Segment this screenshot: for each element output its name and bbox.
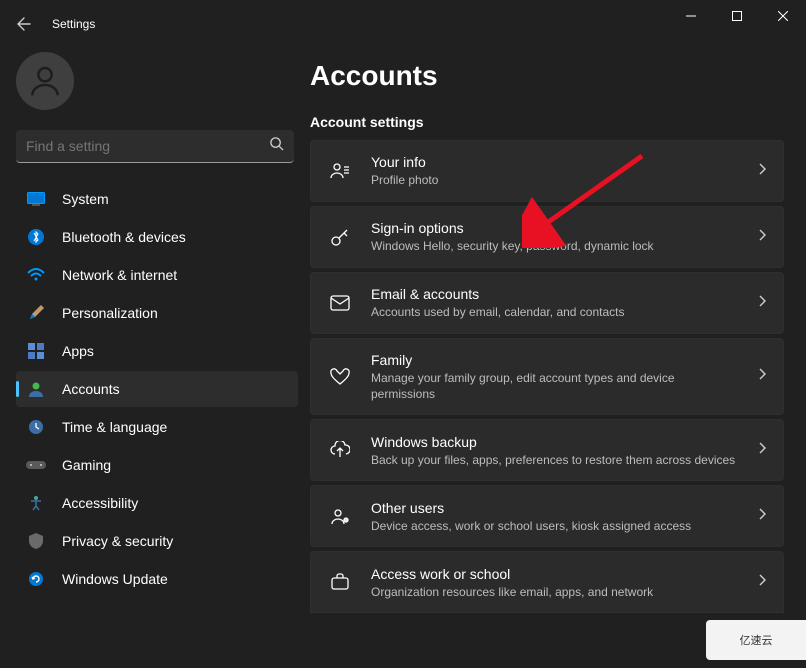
- card-subtitle: Device access, work or school users, kio…: [371, 518, 737, 534]
- maximize-button[interactable]: [714, 0, 760, 32]
- chevron-right-icon: [757, 573, 767, 592]
- your-info-icon: [329, 160, 351, 182]
- watermark-text: 亿速云: [740, 632, 773, 648]
- chevron-right-icon: [757, 162, 767, 181]
- main-content: Accounts Account settings Your info Prof…: [310, 48, 806, 668]
- card-windows-backup[interactable]: Windows backup Back up your files, apps,…: [310, 419, 784, 481]
- minimize-icon: [686, 11, 696, 21]
- sidebar-item-network[interactable]: Network & internet: [16, 257, 298, 293]
- section-title: Account settings: [310, 114, 784, 130]
- card-access-work-school[interactable]: Access work or school Organization resou…: [310, 551, 784, 613]
- sidebar-item-label: System: [62, 191, 109, 207]
- sidebar-item-apps[interactable]: Apps: [16, 333, 298, 369]
- titlebar: Settings: [0, 0, 806, 48]
- user-avatar[interactable]: [16, 52, 74, 110]
- sidebar-item-windows-update[interactable]: Windows Update: [16, 561, 298, 597]
- minimize-button[interactable]: [668, 0, 714, 32]
- apps-icon: [26, 341, 46, 361]
- card-subtitle: Windows Hello, security key, password, d…: [371, 238, 737, 254]
- card-title: Family: [371, 351, 737, 370]
- sidebar-item-system[interactable]: System: [16, 181, 298, 217]
- sidebar-item-accounts[interactable]: Accounts: [16, 371, 298, 407]
- chevron-right-icon: [757, 294, 767, 313]
- search-input[interactable]: [26, 138, 269, 154]
- chevron-right-icon: [757, 441, 767, 460]
- window-controls: [668, 0, 806, 32]
- card-subtitle: Back up your files, apps, preferences to…: [371, 452, 737, 468]
- accessibility-icon: [26, 493, 46, 513]
- card-other-users[interactable]: Other users Device access, work or schoo…: [310, 485, 784, 547]
- card-subtitle: Accounts used by email, calendar, and co…: [371, 304, 737, 320]
- close-icon: [778, 11, 788, 21]
- sidebar-item-label: Accessibility: [62, 495, 138, 511]
- sidebar-item-label: Windows Update: [62, 571, 168, 587]
- search-icon: [269, 136, 284, 156]
- card-email-accounts[interactable]: Email & accounts Accounts used by email,…: [310, 272, 784, 334]
- card-subtitle: Organization resources like email, apps,…: [371, 584, 737, 600]
- sidebar-item-label: Gaming: [62, 457, 111, 473]
- system-icon: [26, 189, 46, 209]
- bluetooth-icon: [26, 227, 46, 247]
- watermark: 亿速云: [706, 620, 806, 660]
- page-title: Accounts: [310, 60, 784, 92]
- person-icon: [26, 62, 64, 100]
- chevron-right-icon: [757, 367, 767, 386]
- accounts-icon: [26, 379, 46, 399]
- card-title: Email & accounts: [371, 285, 737, 304]
- maximize-icon: [732, 11, 742, 21]
- sidebar-item-label: Personalization: [62, 305, 158, 321]
- sidebar-item-label: Network & internet: [62, 267, 177, 283]
- sidebar-item-personalization[interactable]: Personalization: [16, 295, 298, 331]
- card-sign-in-options[interactable]: Sign-in options Windows Hello, security …: [310, 206, 784, 268]
- sidebar-item-label: Privacy & security: [62, 533, 173, 549]
- mail-icon: [329, 292, 351, 314]
- key-icon: [329, 226, 351, 248]
- card-subtitle: Profile photo: [371, 172, 737, 188]
- sidebar-item-bluetooth[interactable]: Bluetooth & devices: [16, 219, 298, 255]
- briefcase-icon: [329, 571, 351, 593]
- back-arrow-icon: [16, 16, 32, 32]
- sidebar-item-accessibility[interactable]: Accessibility: [16, 485, 298, 521]
- sidebar-item-privacy[interactable]: Privacy & security: [16, 523, 298, 559]
- card-your-info[interactable]: Your info Profile photo: [310, 140, 784, 202]
- wifi-icon: [26, 265, 46, 285]
- card-family[interactable]: Family Manage your family group, edit ac…: [310, 338, 784, 415]
- sidebar-nav: System Bluetooth & devices Network & int…: [0, 181, 310, 597]
- card-title: Windows backup: [371, 433, 737, 452]
- other-users-icon: [329, 505, 351, 527]
- gaming-icon: [26, 455, 46, 475]
- card-title: Other users: [371, 499, 737, 518]
- sidebar-item-label: Bluetooth & devices: [62, 229, 186, 245]
- sidebar-item-gaming[interactable]: Gaming: [16, 447, 298, 483]
- backup-icon: [329, 439, 351, 461]
- sidebar-item-label: Time & language: [62, 419, 167, 435]
- settings-cards: Your info Profile photo Sign-in options …: [310, 140, 784, 613]
- close-button[interactable]: [760, 0, 806, 32]
- sidebar-item-label: Apps: [62, 343, 94, 359]
- paintbrush-icon: [26, 303, 46, 323]
- chevron-right-icon: [757, 507, 767, 526]
- chevron-right-icon: [757, 228, 767, 247]
- search-input-wrapper[interactable]: [16, 130, 294, 163]
- back-button[interactable]: [14, 14, 34, 34]
- family-icon: [329, 366, 351, 388]
- shield-icon: [26, 531, 46, 551]
- sidebar-item-label: Accounts: [62, 381, 120, 397]
- card-title: Your info: [371, 153, 737, 172]
- update-icon: [26, 569, 46, 589]
- sidebar-item-time-language[interactable]: Time & language: [16, 409, 298, 445]
- sidebar: System Bluetooth & devices Network & int…: [0, 48, 310, 668]
- card-title: Access work or school: [371, 565, 737, 584]
- clock-icon: [26, 417, 46, 437]
- app-title: Settings: [52, 17, 95, 31]
- card-subtitle: Manage your family group, edit account t…: [371, 370, 737, 402]
- card-title: Sign-in options: [371, 219, 737, 238]
